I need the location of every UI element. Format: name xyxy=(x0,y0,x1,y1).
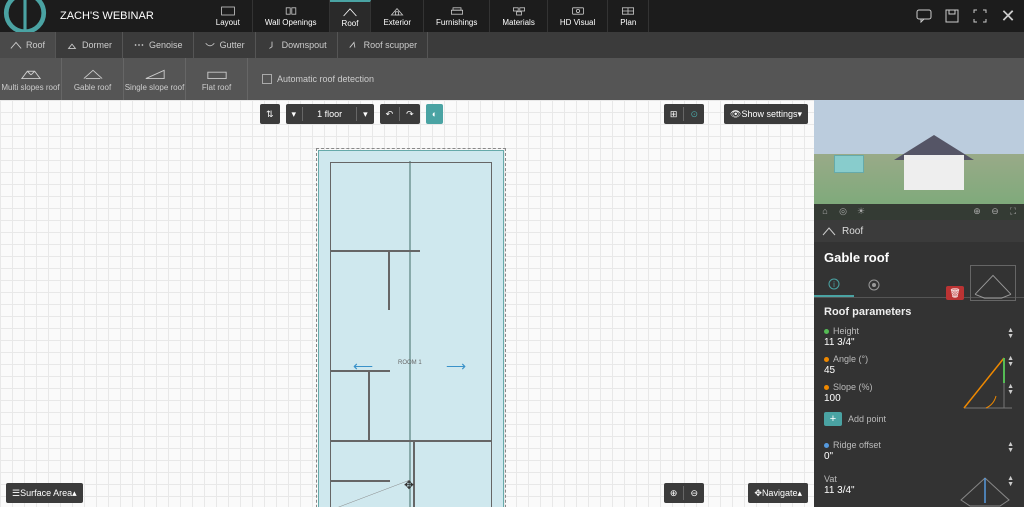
interior-wall xyxy=(388,250,390,310)
preview-person-icon[interactable]: ⌂ xyxy=(818,206,832,218)
tab-roof[interactable]: Roof xyxy=(330,0,372,32)
preview-expand-icon[interactable]: ⛶ xyxy=(1006,206,1020,218)
surface-area-button[interactable]: ☰ Surface Area ▴ xyxy=(6,483,83,503)
add-point-button[interactable]: + xyxy=(824,412,842,426)
param-height[interactable]: Height 11 3/4" ▲▼ xyxy=(824,326,1014,348)
zoom-in-button[interactable]: ⊕ xyxy=(664,483,684,503)
auto-roof-detection-checkbox[interactable]: Automatic roof detection xyxy=(262,74,374,84)
tool-gable-roof[interactable]: Gable roof xyxy=(62,58,124,100)
subtab-downspout[interactable]: Downspout xyxy=(256,32,338,58)
floor-down-button[interactable]: ▾ xyxy=(286,104,303,124)
roof-type-thumbnail[interactable] xyxy=(970,265,1016,301)
tab-plan[interactable]: Plan xyxy=(608,0,649,32)
interior-wall xyxy=(330,440,492,442)
save-icon[interactable] xyxy=(942,6,962,26)
tab-hd-visual[interactable]: HD Visual xyxy=(548,0,608,32)
floor-selector[interactable]: 1 floor xyxy=(303,104,356,124)
fullscreen-icon[interactable] xyxy=(970,6,990,26)
subtab-gutter[interactable]: Gutter xyxy=(194,32,256,58)
panel-breadcrumb: Roof xyxy=(814,220,1024,242)
move-gizmo-icon[interactable]: ✥ xyxy=(404,478,414,492)
tab-materials[interactable]: Materials xyxy=(490,0,547,32)
preview-orbit-icon[interactable]: ◎ xyxy=(836,206,850,218)
navigate-button[interactable]: ✥ Navigate ▴ xyxy=(748,483,808,503)
stepper-icon[interactable]: ▲▼ xyxy=(1007,442,1014,454)
interior-wall xyxy=(368,370,370,440)
snap-button[interactable]: ⊞ xyxy=(664,104,684,124)
undo-button[interactable]: ↶ xyxy=(380,104,400,124)
magnet-button[interactable]: ⊙ xyxy=(684,104,704,124)
preview-3d[interactable]: ⌂ ◎ ☀ ⊕ ⊖ ⛶ xyxy=(814,100,1024,220)
slope-diagram xyxy=(956,348,1014,420)
subtab-genoise[interactable]: Genoise xyxy=(123,32,194,58)
canvas[interactable]: ⇅ ▾ 1 floor ▾ ↶ ↷ ◐ ⊞ ⊙ xyxy=(0,100,814,507)
floor-dropdown-button[interactable]: ▾ xyxy=(357,104,374,124)
pool-icon xyxy=(834,155,864,173)
subtab-roof-scupper[interactable]: Roof scupper xyxy=(338,32,429,58)
subtab-dormer[interactable]: Dormer xyxy=(56,32,123,58)
redo-button[interactable]: ↷ xyxy=(400,104,420,124)
delete-button[interactable]: 🗑 xyxy=(946,286,964,300)
exterior-wall xyxy=(330,162,492,507)
preview-zoom-in-icon[interactable]: ⊕ xyxy=(970,206,984,218)
show-settings-button[interactable]: 👁 Show settings ▾ xyxy=(724,104,808,124)
add-point-label: Add point xyxy=(848,414,886,424)
preview-zoom-out-icon[interactable]: ⊖ xyxy=(988,206,1002,218)
chat-icon[interactable] xyxy=(914,6,934,26)
tab-exterior[interactable]: Exterior xyxy=(371,0,424,32)
tool-flat-roof[interactable]: Flat roof xyxy=(186,58,248,100)
subtab-roof[interactable]: Roof xyxy=(0,32,56,58)
tab-wall-openings[interactable]: Wall Openings xyxy=(253,0,330,32)
helper-toggle[interactable]: ◐ xyxy=(426,104,443,124)
swap-floors-button[interactable]: ⇅ xyxy=(260,104,280,124)
stepper-icon[interactable]: ▲▼ xyxy=(1007,328,1014,340)
ridge-diagram xyxy=(956,470,1014,507)
tool-single-slope-roof[interactable]: Single slope roof xyxy=(124,58,186,100)
room-label: ROOM 1 xyxy=(398,360,422,366)
interior-wall xyxy=(330,250,420,252)
section-title: Roof parameters xyxy=(824,306,1014,318)
interior-wall xyxy=(330,480,390,482)
preview-sun-icon[interactable]: ☀ xyxy=(854,206,868,218)
preview-house xyxy=(904,155,964,190)
param-ridge-offset[interactable]: Ridge offset 0" ▲▼ xyxy=(824,440,1014,462)
zoom-out-button[interactable]: ⊖ xyxy=(684,483,704,503)
file-name: ZACH'S WEBINAR xyxy=(50,10,164,22)
tab-layout[interactable]: Layout xyxy=(204,0,253,32)
tab-furnishings[interactable]: Furnishings xyxy=(424,0,490,32)
svg-text:i: i xyxy=(833,280,835,289)
slope-arrow-right-icon: ⟶ xyxy=(446,358,466,375)
close-icon[interactable]: ✕ xyxy=(998,6,1018,26)
panel-title: Gable roof xyxy=(824,250,889,265)
interior-wall xyxy=(413,440,415,507)
tool-multi-slopes-roof[interactable]: Multi slopes roof xyxy=(0,58,62,100)
panel-tab-materials[interactable] xyxy=(854,273,894,297)
slope-arrow-left-icon: ⟵ xyxy=(353,358,373,375)
panel-tab-info[interactable]: i xyxy=(814,273,854,297)
